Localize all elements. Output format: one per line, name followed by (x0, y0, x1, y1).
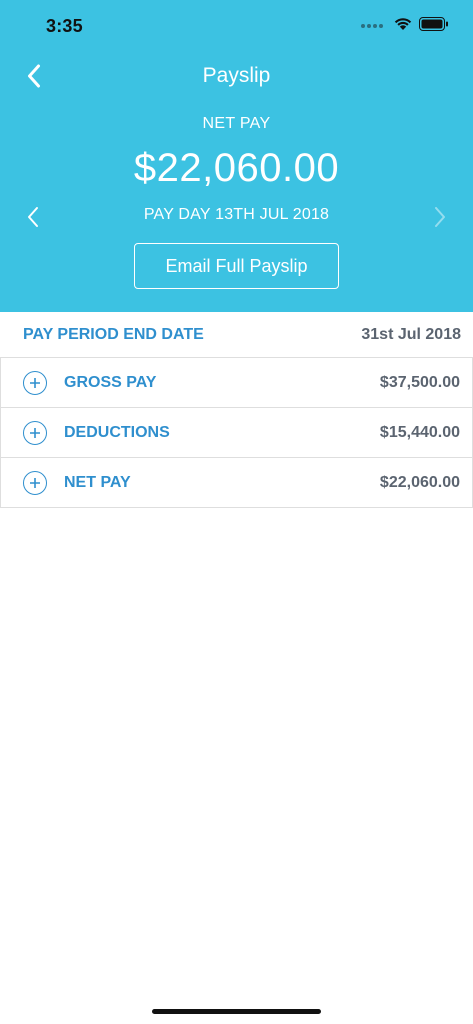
payslip-summary-list: GROSS PAY $37,500.00 DEDUCTIONS $15,440.… (0, 358, 473, 508)
row-value: $22,060.00 (379, 474, 460, 491)
home-indicator[interactable] (152, 1009, 321, 1014)
pay-period-value: 31st Jul 2018 (361, 326, 461, 343)
row-label: NET PAY (64, 474, 131, 491)
row-label: GROSS PAY (64, 374, 157, 391)
net-pay-label: NET PAY (202, 115, 271, 132)
net-pay-row[interactable]: NET PAY $22,060.00 (1, 458, 472, 508)
plus-circle-icon[interactable] (23, 371, 47, 395)
chevron-right-icon (435, 207, 445, 227)
pay-day-label: PAY DAY 13TH JUL 2018 (143, 206, 330, 223)
plus-circle-icon[interactable] (23, 421, 47, 445)
pay-period-row: PAY PERIOD END DATE 31st Jul 2018 (0, 312, 473, 358)
gross-pay-row[interactable]: GROSS PAY $37,500.00 (1, 358, 472, 408)
cellular-signal-icon (361, 24, 383, 28)
row-label: DEDUCTIONS (64, 424, 170, 441)
deductions-row[interactable]: DEDUCTIONS $15,440.00 (1, 408, 472, 458)
status-bar: 3:35 (0, 0, 473, 52)
plus-circle-icon[interactable] (23, 471, 47, 495)
net-pay-amount: $22,060.00 (133, 146, 340, 190)
payslip-header: 3:35 Payslip NET PAY $22,060.00 PAY DAY … (0, 0, 473, 312)
next-payslip-button[interactable] (429, 204, 451, 230)
row-value: $37,500.00 (379, 374, 460, 391)
email-full-payslip-button[interactable]: Email Full Payslip (134, 243, 339, 289)
page-title: Payslip (202, 64, 271, 87)
battery-icon (419, 16, 449, 36)
status-time: 3:35 (46, 16, 83, 36)
wifi-icon (393, 16, 413, 36)
status-icons (361, 16, 449, 36)
pay-period-label: PAY PERIOD END DATE (23, 326, 204, 343)
row-value: $15,440.00 (379, 424, 460, 441)
